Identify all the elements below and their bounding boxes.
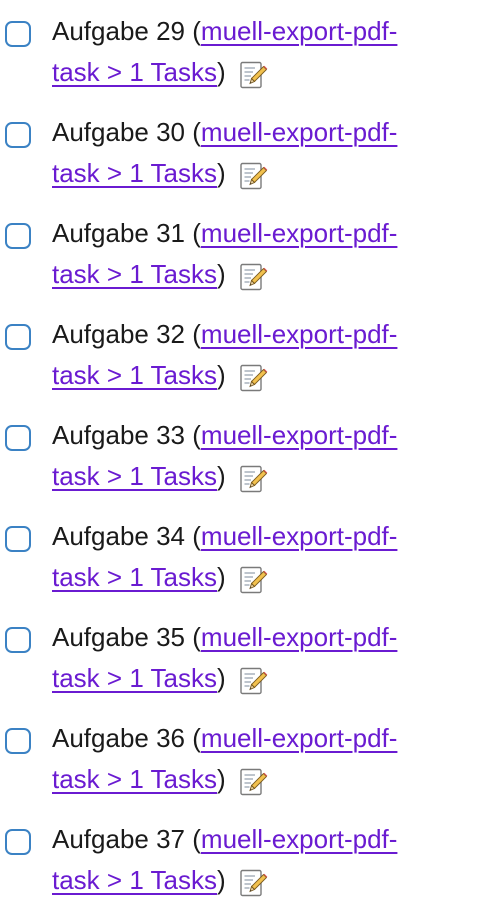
close-paren: )	[217, 663, 226, 693]
open-paren: (	[185, 420, 201, 450]
close-paren: )	[217, 57, 226, 87]
task-line-2: task > 1 Tasks)	[52, 865, 226, 895]
close-paren: )	[217, 461, 226, 491]
task-checkbox[interactable]	[5, 425, 31, 451]
task-label: Aufgabe 37	[52, 824, 186, 854]
task-line-2: task > 1 Tasks)	[52, 259, 226, 289]
edit-note-icon[interactable]	[238, 464, 268, 494]
task-label: Aufgabe 31	[52, 218, 186, 248]
task-label: Aufgabe 33	[52, 420, 186, 450]
task-item: Aufgabe 35 (muell-export-pdf- task > 1 T…	[0, 606, 481, 707]
open-paren: (	[185, 218, 201, 248]
task-line-2: task > 1 Tasks)	[52, 461, 226, 491]
task-link-part-1[interactable]: muell-export-pdf-	[201, 16, 398, 46]
task-line-1: Aufgabe 37 (muell-export-pdf-	[52, 824, 397, 854]
task-checkbox[interactable]	[5, 324, 31, 350]
close-paren: )	[217, 259, 226, 289]
task-label: Aufgabe 34	[52, 521, 186, 551]
task-checkbox[interactable]	[5, 223, 31, 249]
close-paren: )	[217, 562, 226, 592]
task-line-2: task > 1 Tasks)	[52, 360, 226, 390]
task-line-1: Aufgabe 34 (muell-export-pdf-	[52, 521, 397, 551]
edit-note-icon[interactable]	[238, 60, 268, 90]
task-list: Aufgabe 29 (muell-export-pdf- task > 1 T…	[0, 0, 481, 909]
task-link-part-2[interactable]: task > 1 Tasks	[52, 158, 217, 188]
edit-note-icon[interactable]	[238, 363, 268, 393]
task-checkbox[interactable]	[5, 122, 31, 148]
task-line-2: task > 1 Tasks)	[52, 57, 226, 87]
open-paren: (	[185, 117, 201, 147]
open-paren: (	[185, 824, 201, 854]
task-line-1: Aufgabe 35 (muell-export-pdf-	[52, 622, 397, 652]
task-link-part-1[interactable]: muell-export-pdf-	[201, 117, 398, 147]
task-line-2: task > 1 Tasks)	[52, 158, 226, 188]
edit-note-icon[interactable]	[238, 868, 268, 898]
task-checkbox[interactable]	[5, 21, 31, 47]
task-item: Aufgabe 29 (muell-export-pdf- task > 1 T…	[0, 0, 481, 101]
task-line-1: Aufgabe 31 (muell-export-pdf-	[52, 218, 397, 248]
task-label: Aufgabe 35	[52, 622, 186, 652]
task-link-part-1[interactable]: muell-export-pdf-	[201, 319, 398, 349]
edit-note-icon[interactable]	[238, 767, 268, 797]
task-link-part-2[interactable]: task > 1 Tasks	[52, 360, 217, 390]
task-label: Aufgabe 36	[52, 723, 186, 753]
task-checkbox[interactable]	[5, 627, 31, 653]
task-item: Aufgabe 36 (muell-export-pdf- task > 1 T…	[0, 707, 481, 808]
open-paren: (	[185, 16, 201, 46]
close-paren: )	[217, 764, 226, 794]
task-line-1: Aufgabe 32 (muell-export-pdf-	[52, 319, 397, 349]
task-line-1: Aufgabe 36 (muell-export-pdf-	[52, 723, 397, 753]
task-label: Aufgabe 30	[52, 117, 186, 147]
task-checkbox[interactable]	[5, 728, 31, 754]
task-link-part-1[interactable]: muell-export-pdf-	[201, 824, 398, 854]
task-checkbox[interactable]	[5, 829, 31, 855]
task-link-part-1[interactable]: muell-export-pdf-	[201, 218, 398, 248]
task-link-part-1[interactable]: muell-export-pdf-	[201, 420, 398, 450]
task-item: Aufgabe 32 (muell-export-pdf- task > 1 T…	[0, 303, 481, 404]
open-paren: (	[185, 319, 201, 349]
edit-note-icon[interactable]	[238, 262, 268, 292]
close-paren: )	[217, 158, 226, 188]
open-paren: (	[185, 622, 201, 652]
task-link-part-1[interactable]: muell-export-pdf-	[201, 521, 398, 551]
task-link-part-2[interactable]: task > 1 Tasks	[52, 865, 217, 895]
edit-note-icon[interactable]	[238, 161, 268, 191]
edit-note-icon[interactable]	[238, 565, 268, 595]
close-paren: )	[217, 360, 226, 390]
task-line-1: Aufgabe 29 (muell-export-pdf-	[52, 16, 397, 46]
task-line-2: task > 1 Tasks)	[52, 764, 226, 794]
task-link-part-2[interactable]: task > 1 Tasks	[52, 764, 217, 794]
edit-note-icon[interactable]	[238, 666, 268, 696]
task-label: Aufgabe 29	[52, 16, 186, 46]
task-link-part-2[interactable]: task > 1 Tasks	[52, 259, 217, 289]
open-paren: (	[185, 723, 201, 753]
task-link-part-2[interactable]: task > 1 Tasks	[52, 562, 217, 592]
open-paren: (	[185, 521, 201, 551]
task-link-part-2[interactable]: task > 1 Tasks	[52, 57, 217, 87]
task-link-part-1[interactable]: muell-export-pdf-	[201, 622, 398, 652]
close-paren: )	[217, 865, 226, 895]
task-item: Aufgabe 37 (muell-export-pdf- task > 1 T…	[0, 808, 481, 909]
task-line-1: Aufgabe 33 (muell-export-pdf-	[52, 420, 397, 450]
task-item: Aufgabe 30 (muell-export-pdf- task > 1 T…	[0, 101, 481, 202]
task-item: Aufgabe 34 (muell-export-pdf- task > 1 T…	[0, 505, 481, 606]
task-line-1: Aufgabe 30 (muell-export-pdf-	[52, 117, 397, 147]
task-link-part-2[interactable]: task > 1 Tasks	[52, 663, 217, 693]
task-checkbox[interactable]	[5, 526, 31, 552]
task-item: Aufgabe 31 (muell-export-pdf- task > 1 T…	[0, 202, 481, 303]
task-label: Aufgabe 32	[52, 319, 186, 349]
task-line-2: task > 1 Tasks)	[52, 663, 226, 693]
task-item: Aufgabe 33 (muell-export-pdf- task > 1 T…	[0, 404, 481, 505]
task-link-part-1[interactable]: muell-export-pdf-	[201, 723, 398, 753]
task-line-2: task > 1 Tasks)	[52, 562, 226, 592]
task-link-part-2[interactable]: task > 1 Tasks	[52, 461, 217, 491]
